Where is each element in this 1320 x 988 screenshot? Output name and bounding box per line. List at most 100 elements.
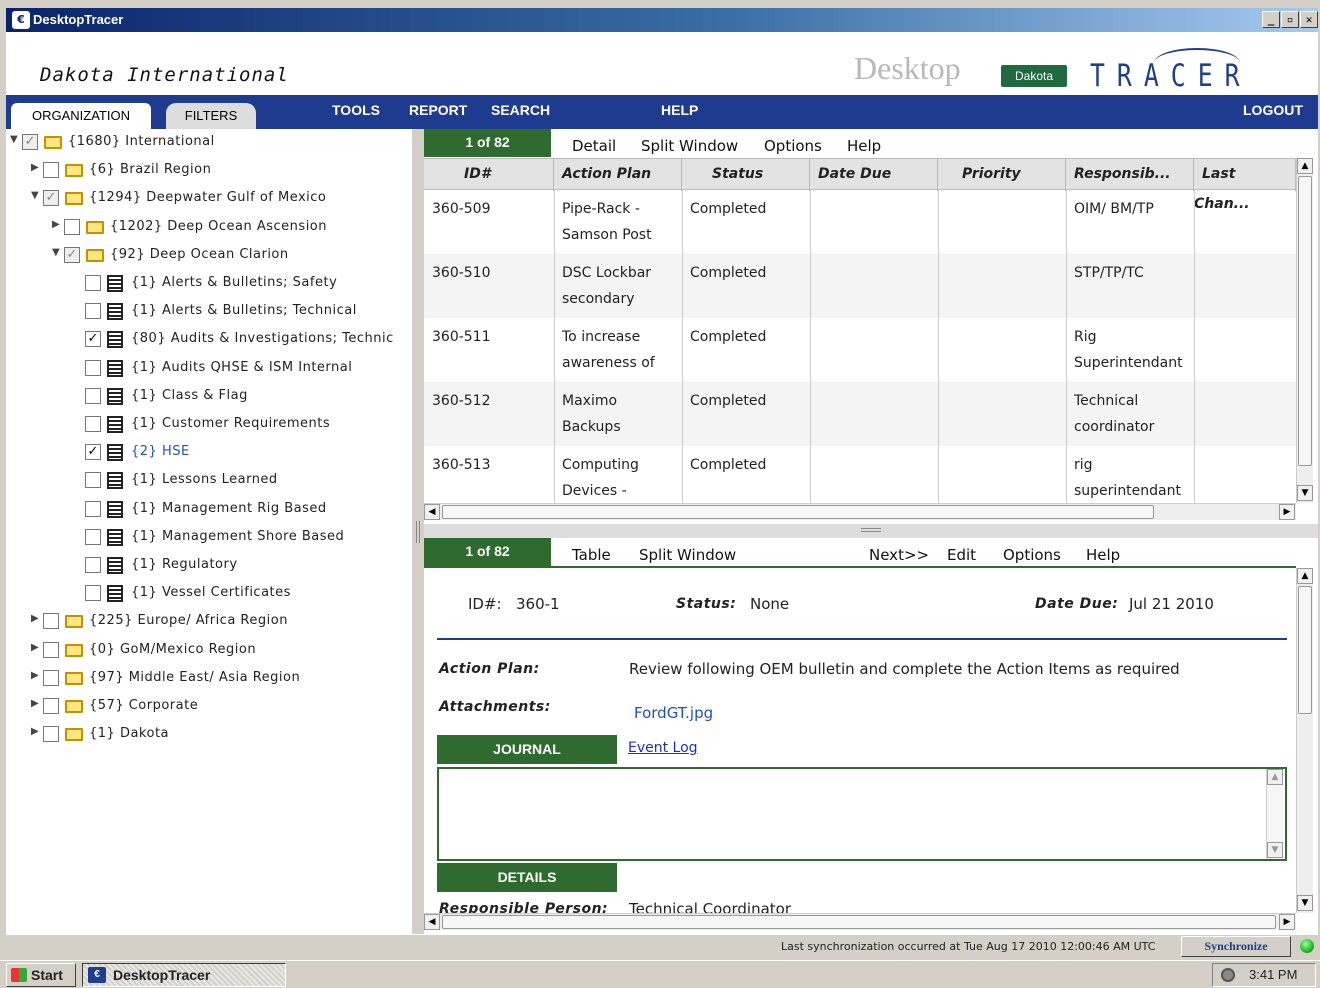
expand-arrow-icon[interactable]: ▶ xyxy=(31,670,43,681)
tree-item[interactable]: ▶ {97} Middle East/ Asia Region xyxy=(6,668,412,690)
logout-button[interactable]: LOGOUT xyxy=(1243,102,1303,118)
detail-scroll-right-icon[interactable]: ▶ xyxy=(1279,914,1295,930)
event-log-link[interactable]: Event Log xyxy=(628,740,698,756)
journal-textarea[interactable]: ▲ ▼ xyxy=(437,767,1287,861)
tree-item[interactable]: ▼ ✓ {1680} International xyxy=(6,132,412,154)
tree-item[interactable]: {1} Vessel Certificates xyxy=(6,583,412,605)
tree-item[interactable]: ✓ {80} Audits & Investigations; Technic xyxy=(6,329,412,351)
tree-item[interactable]: ▶ {225} Europe/ Africa Region xyxy=(6,611,412,633)
tree-checkbox[interactable] xyxy=(85,275,101,291)
hscroll-thumb[interactable] xyxy=(442,505,1154,519)
menu-search[interactable]: SEARCH xyxy=(491,102,550,118)
detail-horizontal-scrollbar[interactable]: ◀ ▶ xyxy=(424,913,1296,930)
tree-checkbox[interactable] xyxy=(85,500,101,517)
scroll-up-icon[interactable]: ▲ xyxy=(1297,158,1313,174)
split-window-button[interactable]: Split Window xyxy=(641,137,738,155)
menu-report[interactable]: REPORT xyxy=(409,102,467,118)
menu-tools[interactable]: TOOLS xyxy=(332,102,380,118)
tree-item[interactable]: ▶ {1} Dakota xyxy=(6,724,412,746)
menu-help[interactable]: HELP xyxy=(661,102,698,118)
tree-checkbox[interactable]: ✓ xyxy=(22,134,38,150)
tree-checkbox[interactable] xyxy=(85,416,101,432)
tree-checkbox[interactable] xyxy=(43,613,59,630)
tree-item[interactable]: {1} Alerts & Bulletins; Safety xyxy=(6,273,412,295)
tree-checkbox[interactable] xyxy=(85,303,101,320)
tree-item[interactable]: {1} Audits QHSE & ISM Internal xyxy=(6,358,412,380)
expand-arrow-icon[interactable]: ▶ xyxy=(31,613,43,624)
collapse-arrow-icon[interactable]: ▼ xyxy=(52,247,64,258)
tree-checkbox[interactable] xyxy=(85,472,101,489)
tab-organization[interactable]: ORGANIZATION xyxy=(11,103,151,129)
detail-options-button[interactable]: Options xyxy=(1003,546,1061,564)
close-button[interactable]: ✕ xyxy=(1300,11,1318,28)
tree-checkbox[interactable] xyxy=(43,669,59,686)
table-button[interactable]: Table xyxy=(572,546,611,564)
scroll-down-icon[interactable]: ▼ xyxy=(1297,485,1313,501)
tree-checkbox[interactable] xyxy=(64,218,80,235)
detail-button[interactable]: Detail xyxy=(572,137,616,155)
window-titlebar[interactable]: € DesktopTracer _ ▫ ✕ xyxy=(6,8,1318,32)
tree-item[interactable]: {1} Regulatory xyxy=(6,555,412,577)
attachment-link[interactable]: FordGT.jpg xyxy=(634,704,713,722)
scroll-left-icon[interactable]: ◀ xyxy=(424,504,440,520)
table-vertical-scrollbar[interactable]: ▲ ▼ xyxy=(1296,158,1313,503)
start-button[interactable]: Start xyxy=(6,963,76,987)
tree-checkbox[interactable] xyxy=(43,641,59,658)
tree-checkbox[interactable] xyxy=(85,387,101,404)
horizontal-splitter[interactable] xyxy=(424,524,1318,538)
detail-scroll-down-icon[interactable]: ▼ xyxy=(1297,895,1313,911)
vertical-splitter[interactable] xyxy=(412,129,424,934)
column-header[interactable]: Action Plan xyxy=(554,159,682,191)
tree-item[interactable]: ▼ ✓ {1294} Deepwater Gulf of Mexico xyxy=(6,188,412,210)
expand-arrow-icon[interactable]: ▶ xyxy=(31,642,43,653)
tree-item[interactable]: {1} Management Shore Based xyxy=(6,527,412,549)
tree-item[interactable]: ▶ {1202} Deep Ocean Ascension xyxy=(6,217,412,239)
column-header[interactable]: Last Chan... xyxy=(1194,159,1296,212)
detail-help-button[interactable]: Help xyxy=(1086,546,1120,564)
tree-item[interactable]: ▶ {57} Corporate xyxy=(6,696,412,718)
detail-scroll-left-icon[interactable]: ◀ xyxy=(424,914,440,930)
tree-item[interactable]: ✓ {2} HSE xyxy=(6,442,412,464)
tree-checkbox[interactable]: ✓ xyxy=(43,190,59,207)
tree-item[interactable]: {1} Class & Flag xyxy=(6,386,412,408)
expand-arrow-icon[interactable]: ▶ xyxy=(31,698,43,709)
expand-arrow-icon[interactable]: ▶ xyxy=(52,219,64,230)
tree-checkbox[interactable] xyxy=(85,585,101,602)
scroll-thumb[interactable] xyxy=(1298,176,1312,466)
tree-checkbox[interactable] xyxy=(43,162,59,179)
detail-vertical-scrollbar[interactable]: ▲ ▼ xyxy=(1296,568,1313,913)
tree-item[interactable]: ▶ {0} GoM/Mexico Region xyxy=(6,640,412,662)
collapse-arrow-icon[interactable]: ▼ xyxy=(31,190,43,201)
tree-checkbox[interactable]: ✓ xyxy=(85,444,101,461)
tree-item[interactable]: {1} Lessons Learned xyxy=(6,470,412,492)
journal-scrollbar[interactable]: ▲ ▼ xyxy=(1266,769,1283,859)
scroll-right-icon[interactable]: ▶ xyxy=(1279,504,1295,520)
journal-scroll-down-icon[interactable]: ▼ xyxy=(1267,842,1283,858)
detail-scroll-thumb[interactable] xyxy=(1298,586,1312,714)
tree-item[interactable]: {1} Alerts & Bulletins; Technical xyxy=(6,301,412,323)
expand-arrow-icon[interactable]: ▶ xyxy=(31,162,43,173)
taskbar-item-desktoptracer[interactable]: € DesktopTracer xyxy=(82,963,286,987)
tree-item[interactable]: {1} Management Rig Based xyxy=(6,499,412,521)
table-horizontal-scrollbar[interactable]: ◀ ▶ xyxy=(424,503,1296,520)
journal-scroll-up-icon[interactable]: ▲ xyxy=(1267,769,1283,785)
tray-network-icon[interactable] xyxy=(1221,968,1235,982)
tree-checkbox[interactable] xyxy=(85,359,101,376)
tree-checkbox[interactable] xyxy=(43,726,59,743)
tree-item[interactable]: ▶ {6} Brazil Region xyxy=(6,160,412,182)
expand-arrow-icon[interactable]: ▶ xyxy=(31,726,43,737)
column-header[interactable]: Responsib... xyxy=(1066,159,1194,191)
synchronize-button[interactable]: Synchronize xyxy=(1181,936,1291,957)
column-header[interactable]: Status xyxy=(682,159,810,191)
collapse-arrow-icon[interactable]: ▼ xyxy=(10,134,22,145)
tree-checkbox[interactable] xyxy=(85,528,101,545)
tree-checkbox[interactable] xyxy=(85,557,101,573)
column-header[interactable]: ID# xyxy=(424,159,554,191)
tab-filters[interactable]: FILTERS xyxy=(166,103,256,129)
column-header[interactable]: Priority xyxy=(938,159,1066,191)
tree-item[interactable]: ▼ ✓ {92} Deep Ocean Clarion xyxy=(6,245,412,267)
detail-split-window-button[interactable]: Split Window xyxy=(639,546,736,564)
maximize-button[interactable]: ▫ xyxy=(1281,11,1299,28)
column-header[interactable]: Date Due xyxy=(810,159,938,191)
detail-hscroll-thumb[interactable] xyxy=(442,915,1276,929)
